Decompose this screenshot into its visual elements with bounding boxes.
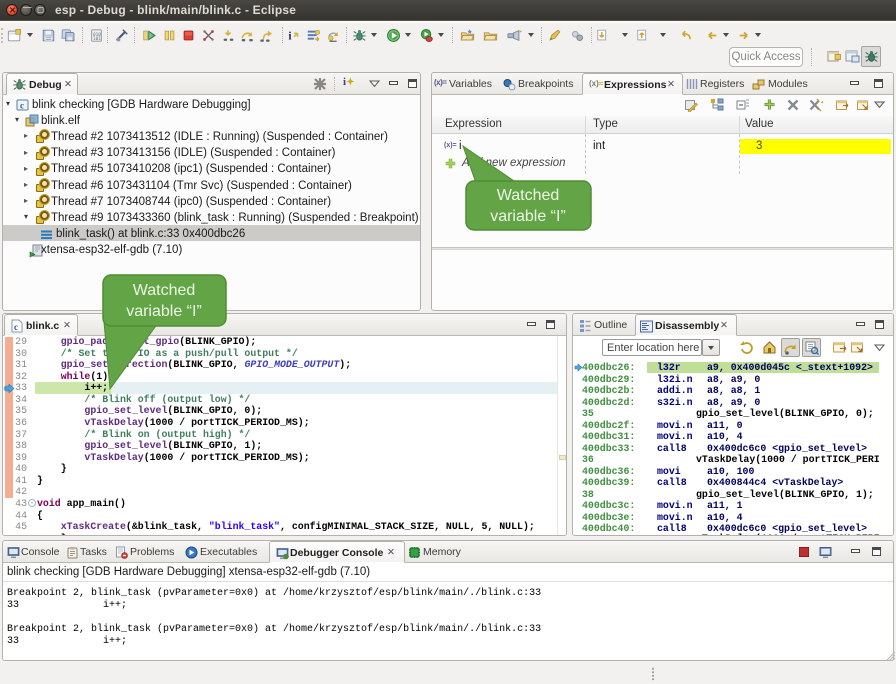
svg-text:c: c [14,322,18,332]
svg-text:101: 101 [93,36,101,42]
svg-text:i: i [288,30,292,42]
svg-text:c: c [20,101,24,111]
